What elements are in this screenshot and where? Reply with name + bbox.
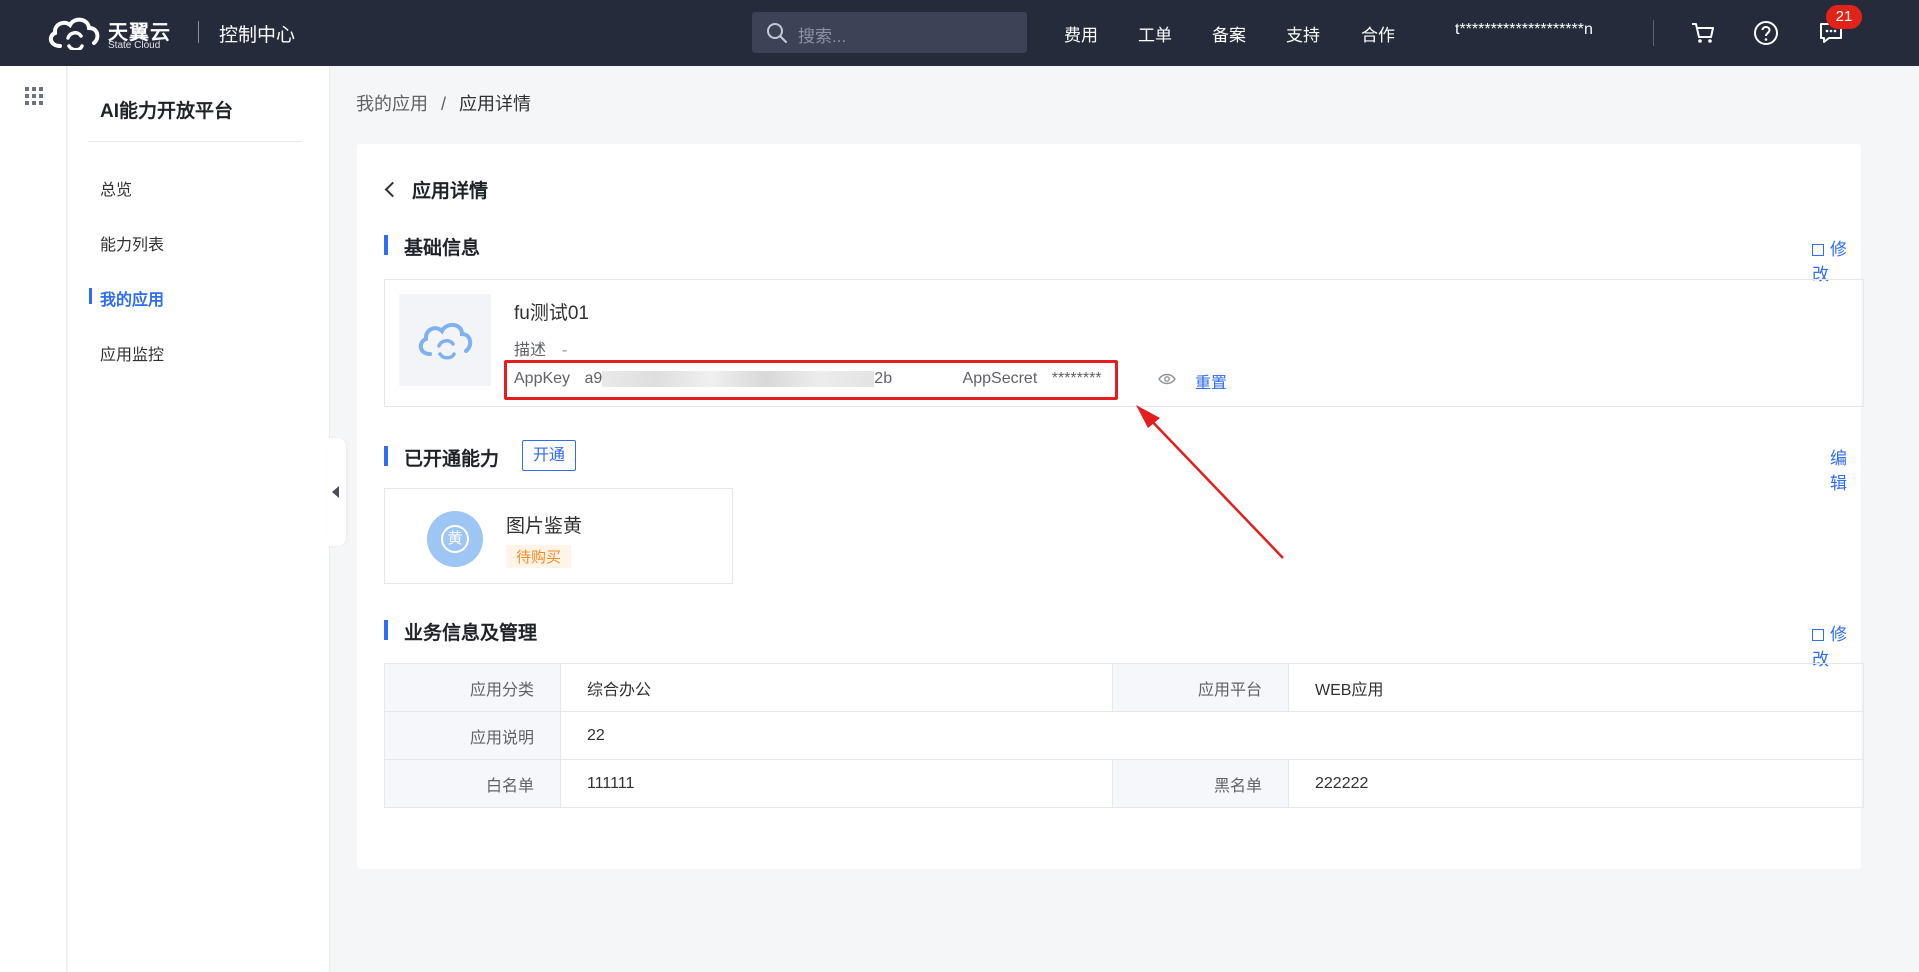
- image-moderation-icon: 黄: [427, 511, 483, 567]
- nav-fees[interactable]: 费用: [1064, 21, 1098, 46]
- row-value: 22: [560, 711, 1864, 760]
- icon-glyph: 黄: [441, 525, 469, 553]
- account-name[interactable]: t********************n: [1455, 21, 1593, 39]
- app-name: fu测试01: [514, 303, 589, 324]
- nav-filing[interactable]: 备案: [1212, 21, 1246, 46]
- eye-icon[interactable]: [1158, 373, 1176, 385]
- sidebar: AI能力开放平台 总览 能力列表 我的应用 应用监控: [68, 66, 330, 972]
- header-divider: [198, 21, 199, 43]
- top-bar: 天翼云 State Cloud 控制中心 搜索... 费用 工单 备案 支持 合…: [0, 0, 1919, 66]
- table-row: 应用分类 综合办公 应用平台 WEB应用: [384, 663, 1864, 712]
- page-title: 应用详情: [412, 181, 489, 202]
- apps-grid-icon[interactable]: [24, 86, 44, 106]
- open-capability-button[interactable]: 开通: [522, 440, 577, 471]
- app-detail-card: 应用详情 基础信息 修改 fu测试01 描述 - AppKey a9 2b AppS…: [357, 144, 1864, 869]
- collapse-arrow-icon: [332, 486, 339, 498]
- chevron-left-icon: [384, 181, 401, 198]
- message-count-badge: 21: [1826, 5, 1862, 29]
- highlight-box: [504, 360, 1118, 400]
- app-description: 描述 -: [514, 336, 567, 360]
- brand-logo[interactable]: 天翼云 State Cloud: [46, 14, 176, 52]
- sidebar-divider: [88, 141, 302, 142]
- capability-status-badge: 待购买: [506, 545, 572, 568]
- row-value: WEB应用: [1288, 663, 1864, 712]
- capability-name: 图片鉴黄: [506, 516, 583, 537]
- breadcrumb-current: 应用详情: [459, 94, 532, 114]
- breadcrumb-parent[interactable]: 我的应用: [356, 94, 428, 114]
- sidebar-item-overview[interactable]: 总览: [100, 176, 132, 200]
- row-value: 222222: [1288, 759, 1864, 808]
- desc-label: 描述: [514, 342, 547, 359]
- table-row: 应用说明 22: [384, 711, 1864, 760]
- sidebar-item-capability-list[interactable]: 能力列表: [100, 231, 164, 255]
- search-input[interactable]: 搜索...: [752, 12, 1027, 53]
- help-icon[interactable]: [1753, 20, 1779, 46]
- cart-icon[interactable]: [1690, 20, 1716, 46]
- sidebar-item-app-monitor[interactable]: 应用监控: [100, 341, 164, 365]
- section-basic-info: 基础信息: [384, 233, 480, 260]
- row-label: 应用平台: [1112, 663, 1289, 712]
- edit-basic-button[interactable]: 修改: [1812, 235, 1861, 285]
- nav-partner[interactable]: 合作: [1361, 21, 1395, 46]
- cloud-app-icon: [418, 323, 473, 360]
- section-capabilities: 已开通能力: [384, 444, 499, 471]
- capability-card[interactable]: 黄 图片鉴黄 待购买: [384, 488, 733, 584]
- breadcrumb-separator: /: [441, 94, 447, 114]
- reset-secret-button[interactable]: 重置: [1195, 369, 1227, 393]
- row-label: 白名单: [384, 759, 561, 808]
- row-value: 111111: [560, 759, 1113, 808]
- business-info-table: 应用分类 综合办公 应用平台 WEB应用 应用说明 22 白名单 111111 …: [384, 663, 1864, 808]
- sidebar-title: AI能力开放平台: [100, 101, 234, 122]
- product-rail: [0, 66, 67, 972]
- basic-info-box: fu测试01 描述 - AppKey a9 2b AppSecret *******…: [384, 279, 1864, 407]
- search-icon: [767, 23, 787, 43]
- cloud-logo-icon: [48, 17, 100, 50]
- back-button[interactable]: 应用详情: [384, 176, 489, 203]
- console-title[interactable]: 控制中心: [219, 20, 295, 47]
- search-placeholder: 搜索...: [798, 27, 847, 46]
- table-row: 白名单 111111 黑名单 222222: [384, 759, 1864, 808]
- edit-capabilities-button[interactable]: 编辑: [1830, 444, 1861, 494]
- breadcrumb: 我的应用 / 应用详情: [356, 90, 531, 116]
- sidebar-item-my-apps[interactable]: 我的应用: [100, 286, 164, 310]
- row-label: 黑名单: [1112, 759, 1289, 808]
- header-separator: [1653, 20, 1654, 46]
- nav-support[interactable]: 支持: [1286, 21, 1320, 46]
- section-business-info: 业务信息及管理: [384, 618, 537, 645]
- sidebar-collapse-button[interactable]: [328, 438, 346, 546]
- nav-tickets[interactable]: 工单: [1138, 21, 1172, 46]
- brand-subtitle: State Cloud: [108, 40, 161, 51]
- edit-icon: [1812, 244, 1824, 256]
- row-value: 综合办公: [560, 663, 1113, 712]
- row-label: 应用说明: [384, 711, 561, 760]
- desc-value: -: [562, 342, 568, 359]
- edit-icon: [1812, 629, 1824, 641]
- active-indicator: [89, 288, 92, 304]
- row-label: 应用分类: [384, 663, 561, 712]
- app-avatar: [399, 294, 491, 386]
